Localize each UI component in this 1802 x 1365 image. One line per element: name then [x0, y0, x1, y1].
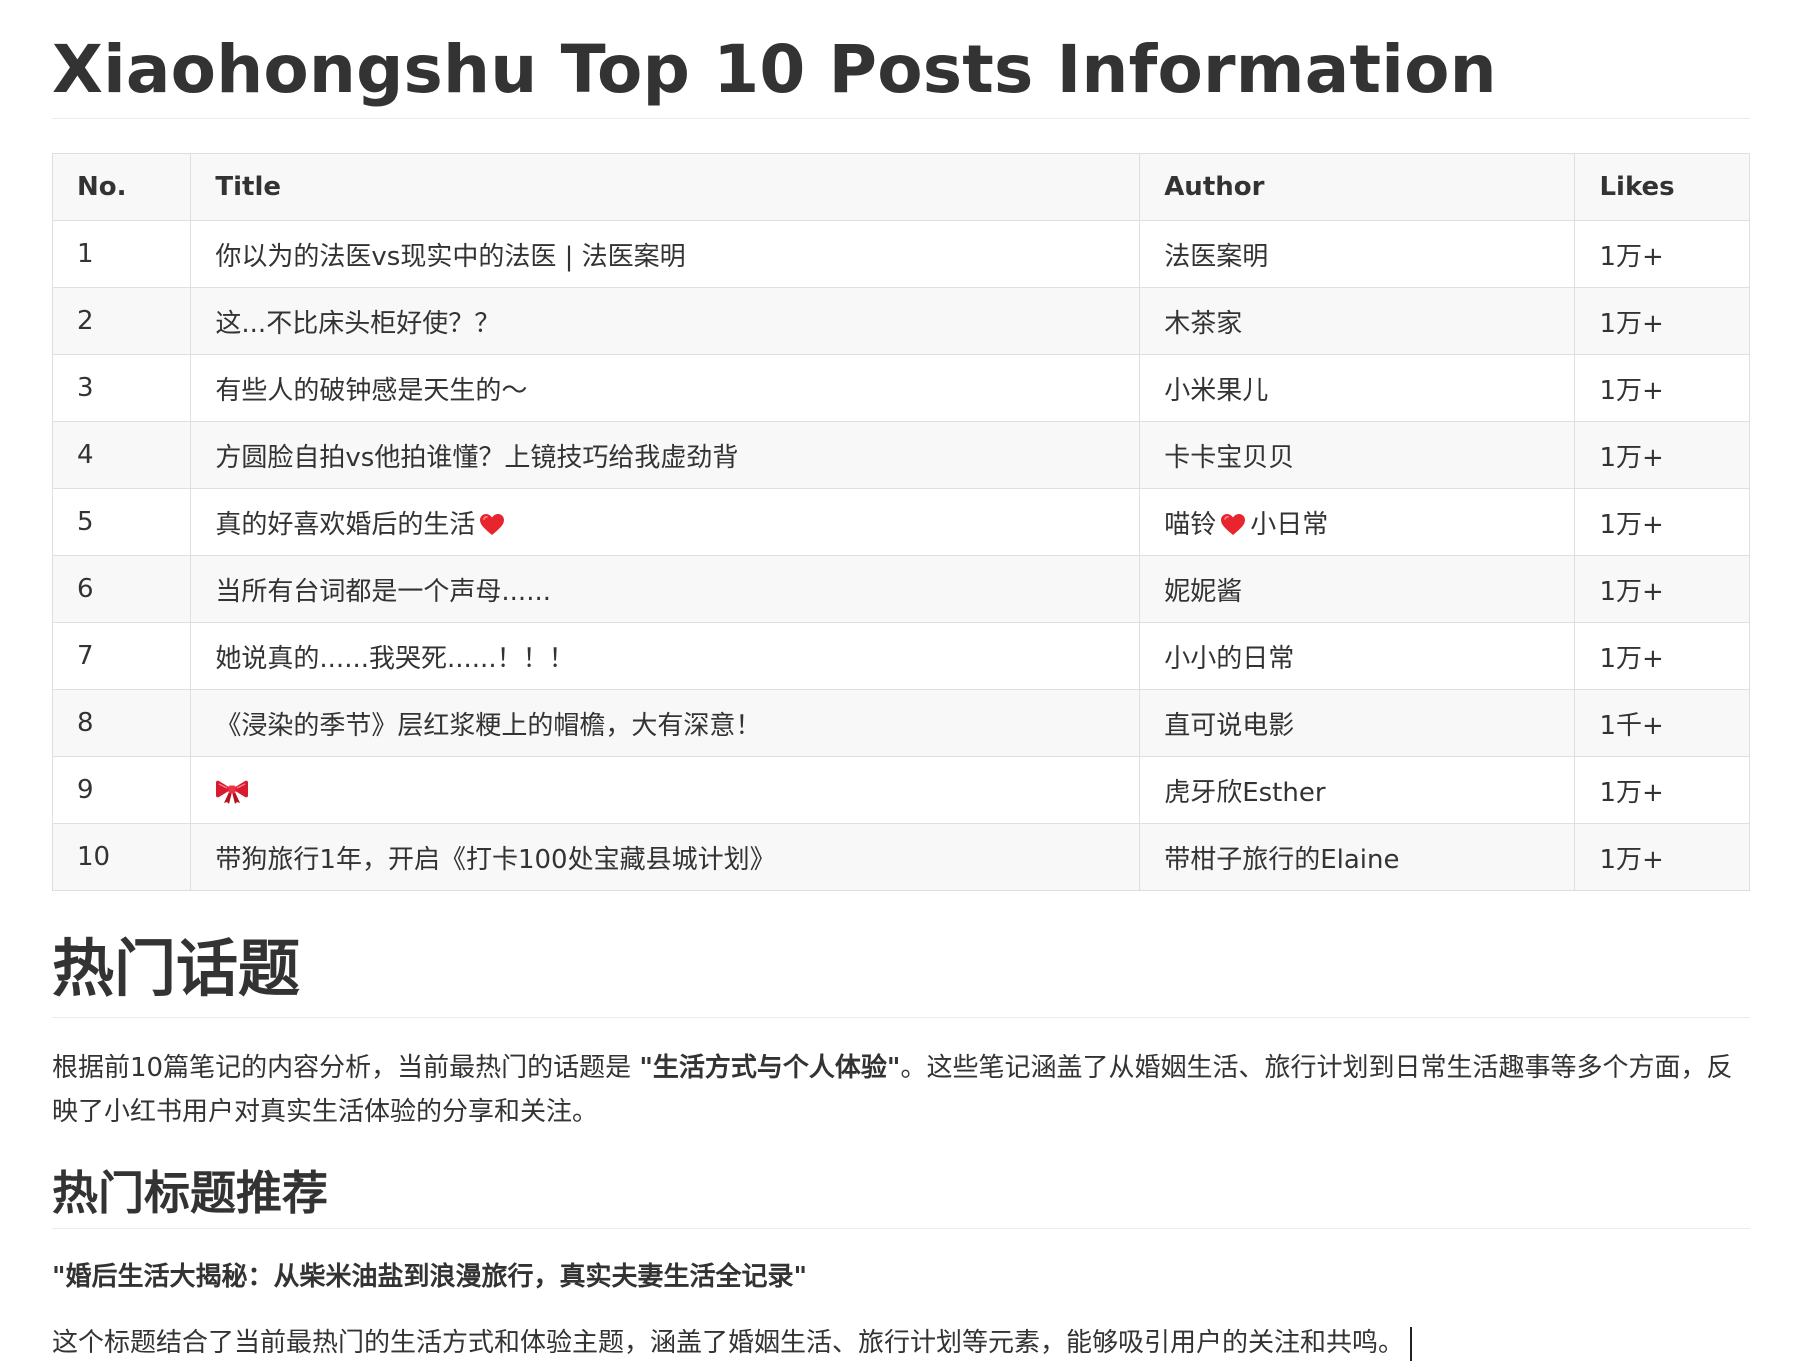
table-row: 5 真的好喜欢婚后的生活 喵铃 小日常 1万+ — [51, 488, 1750, 556]
table-row: 8 《浸染的季节》层红浆粳上的帽檐，大有深意！ 直可说电影 1千+ — [51, 689, 1750, 757]
cell-author: 法医案明 — [1139, 220, 1576, 288]
table-row: 7 她说真的......我哭死......！！！ 小小的日常 1万+ — [51, 622, 1750, 690]
header-no: No. — [51, 153, 192, 221]
hot-topic-text-before: 根据前10篇笔记的内容分析，当前最热门的话题是 — [52, 1053, 640, 1083]
cell-author: 小小的日常 — [1139, 622, 1576, 690]
cell-likes: 1万+ — [1574, 622, 1750, 690]
recommend-description: 这个标题结合了当前最热门的生活方式和体验主题，涵盖了婚姻生活、旅行计划等元素，能… — [52, 1328, 1405, 1358]
top-posts-table: No. Title Author Likes 1 你以为的法医vs现实中的法医 … — [51, 153, 1750, 891]
recommended-title: "婚后生活大揭秘：从柴米油盐到浪漫旅行，真实夫妻生活全记录" — [52, 1262, 808, 1292]
cell-author: 小米果儿 — [1139, 354, 1576, 422]
heart-icon — [1220, 513, 1246, 537]
cell-no: 1 — [51, 220, 192, 288]
hot-topic-highlight: "生活方式与个人体验" — [639, 1053, 901, 1083]
ribbon-bow-icon — [215, 778, 249, 804]
page-title: Xiaohongshu Top 10 Posts Information — [52, 28, 1750, 119]
cell-author: 妮妮酱 — [1139, 555, 1576, 623]
cell-author: 虎牙欣Esther — [1139, 756, 1576, 824]
cell-title: 你以为的法医vs现实中的法医 | 法医案明 — [190, 220, 1141, 288]
cell-title: 这...不比床头柜好使？？ — [190, 287, 1141, 355]
cell-author: 卡卡宝贝贝 — [1139, 421, 1576, 489]
cell-likes: 1千+ — [1574, 689, 1750, 757]
cell-no: 8 — [51, 689, 192, 757]
cell-author: 直可说电影 — [1139, 689, 1576, 757]
table-row: 1 你以为的法医vs现实中的法医 | 法医案明 法医案明 1万+ — [51, 220, 1750, 288]
cell-title — [190, 756, 1141, 824]
cell-no: 2 — [51, 287, 192, 355]
cell-author: 喵铃 小日常 — [1139, 488, 1576, 556]
cell-author: 木茶家 — [1139, 287, 1576, 355]
cell-author-text-post: 小日常 — [1250, 509, 1329, 540]
cell-likes: 1万+ — [1574, 488, 1750, 556]
cell-title: 真的好喜欢婚后的生活 — [190, 488, 1141, 556]
hot-topic-paragraph: 根据前10篇笔记的内容分析，当前最热门的话题是 "生活方式与个人体验"。这些笔记… — [52, 1046, 1750, 1134]
cell-title: 《浸染的季节》层红浆粳上的帽檐，大有深意！ — [190, 689, 1141, 757]
cell-title: 有些人的破钟感是天生的～ — [190, 354, 1141, 422]
table-row: 3 有些人的破钟感是天生的～ 小米果儿 1万+ — [51, 354, 1750, 422]
recommend-paragraph[interactable]: 这个标题结合了当前最热门的生活方式和体验主题，涵盖了婚姻生活、旅行计划等元素，能… — [52, 1321, 1750, 1365]
table-row: 9 虎牙欣Esther 1万+ — [51, 756, 1750, 824]
cell-title: 带狗旅行1年，开启《打卡100处宝藏县城计划》 — [190, 823, 1141, 891]
table-header-row: No. Title Author Likes — [51, 153, 1750, 221]
hot-topic-heading: 热门话题 — [52, 927, 1750, 1018]
cell-no: 7 — [51, 622, 192, 690]
cell-likes: 1万+ — [1574, 354, 1750, 422]
cell-likes: 1万+ — [1574, 756, 1750, 824]
cell-likes: 1万+ — [1574, 421, 1750, 489]
cell-likes: 1万+ — [1574, 555, 1750, 623]
cell-likes: 1万+ — [1574, 823, 1750, 891]
header-likes: Likes — [1574, 153, 1750, 221]
table-row: 2 这...不比床头柜好使？？ 木茶家 1万+ — [51, 287, 1750, 355]
cell-no: 3 — [51, 354, 192, 422]
table-row: 4 方圆脸自拍vs他拍谁懂？上镜技巧给我虚劲背 卡卡宝贝贝 1万+ — [51, 421, 1750, 489]
cell-title: 方圆脸自拍vs他拍谁懂？上镜技巧给我虚劲背 — [190, 421, 1141, 489]
cell-author: 带柑子旅行的Elaine — [1139, 823, 1576, 891]
cell-title-text: 真的好喜欢婚后的生活 — [215, 509, 476, 540]
heart-icon — [479, 513, 505, 537]
header-author: Author — [1139, 153, 1576, 221]
header-title: Title — [190, 153, 1141, 221]
cell-author-text-pre: 喵铃 — [1164, 509, 1217, 540]
cell-title: 她说真的......我哭死......！！！ — [190, 622, 1141, 690]
cell-title: 当所有台词都是一个声母...... — [190, 555, 1141, 623]
cell-no: 5 — [51, 488, 192, 556]
cell-no: 9 — [51, 756, 192, 824]
cell-no: 6 — [51, 555, 192, 623]
cell-likes: 1万+ — [1574, 287, 1750, 355]
table-row: 10 带狗旅行1年，开启《打卡100处宝藏县城计划》 带柑子旅行的Elaine … — [51, 823, 1750, 891]
recommend-heading: 热门标题推荐 — [52, 1162, 1750, 1229]
table-row: 6 当所有台词都是一个声母...... 妮妮酱 1万+ — [51, 555, 1750, 623]
cell-no: 10 — [51, 823, 192, 891]
text-cursor — [1410, 1326, 1413, 1361]
cell-likes: 1万+ — [1574, 220, 1750, 288]
cell-no: 4 — [51, 421, 192, 489]
document: Xiaohongshu Top 10 Posts Information No.… — [0, 0, 1802, 1365]
